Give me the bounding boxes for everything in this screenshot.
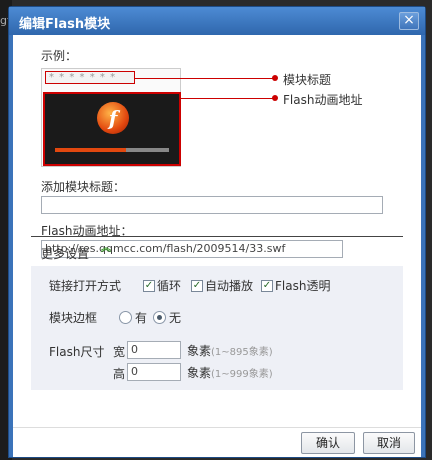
width-hint: 象素(1~895象素) <box>187 342 273 359</box>
chevron-up-icon[interactable]: ︽ <box>99 244 113 259</box>
close-icon[interactable]: × <box>399 12 419 30</box>
annotation-module-title: 模块标题 <box>283 73 332 87</box>
height-label: 高 <box>113 367 126 381</box>
flash-progress-bar <box>55 148 169 152</box>
transparent-label: Flash透明 <box>275 279 331 293</box>
more-settings-panel: 链接打开方式 ✓ 循环 ✓ 自动播放 ✓ Flash透明 模块边框 有 无 Fl… <box>31 266 403 390</box>
title-connector-dot <box>272 75 278 81</box>
width-label: 宽 <box>113 345 126 359</box>
title-connector-line <box>135 78 275 79</box>
radio-selected-dot <box>157 315 162 320</box>
border-no-label: 无 <box>169 311 182 325</box>
border-yes-radio[interactable] <box>119 311 132 324</box>
flash-connector-dot <box>272 95 278 101</box>
width-range: (1~895象素) <box>211 347 273 358</box>
more-settings-label[interactable]: 更多设置 <box>41 245 89 262</box>
dialog-footer: 确认 取消 <box>13 427 421 457</box>
cancel-button[interactable]: 取消 <box>363 432 415 454</box>
add-title-label: 添加模块标题： <box>41 180 126 194</box>
height-unit: 象素 <box>187 366 212 380</box>
edit-flash-dialog: 编辑Flash模块 × 示例： * * * * * * * f 模块标题 Fla… <box>8 6 426 458</box>
border-yes-label: 有 <box>135 311 148 325</box>
annotation-flash-address: Flash动画地址 <box>283 93 363 107</box>
confirm-button[interactable]: 确认 <box>301 432 355 454</box>
height-range: (1~999象素) <box>211 369 273 380</box>
loop-checkbox[interactable]: ✓ <box>143 280 155 292</box>
preview-module-title: * * * * * * * <box>45 71 135 84</box>
loop-label: 循环 <box>157 279 182 293</box>
link-mode-label: 链接打开方式 <box>49 279 122 293</box>
flash-logo-icon: f <box>97 102 129 134</box>
border-label: 模块边框 <box>49 311 98 325</box>
width-unit: 象素 <box>187 344 212 358</box>
autoplay-label: 自动播放 <box>205 279 254 293</box>
border-no-radio[interactable] <box>153 311 166 324</box>
height-hint: 象素(1~999象素) <box>187 364 273 381</box>
preview-flash-area: f <box>43 92 181 166</box>
module-title-input[interactable] <box>41 196 383 214</box>
transparent-checkbox[interactable]: ✓ <box>261 280 273 292</box>
dialog-title: 编辑Flash模块 <box>19 17 111 32</box>
flash-size-label: Flash尺寸 <box>49 345 105 359</box>
height-input[interactable]: 0 <box>127 363 181 381</box>
example-label: 示例： <box>41 49 78 63</box>
flash-connector-line <box>181 98 275 99</box>
flash-progress-fill <box>55 148 126 152</box>
width-input[interactable]: 0 <box>127 341 181 359</box>
autoplay-checkbox[interactable]: ✓ <box>191 280 203 292</box>
dialog-titlebar[interactable]: 编辑Flash模块 × <box>9 7 425 35</box>
section-divider <box>31 236 403 237</box>
